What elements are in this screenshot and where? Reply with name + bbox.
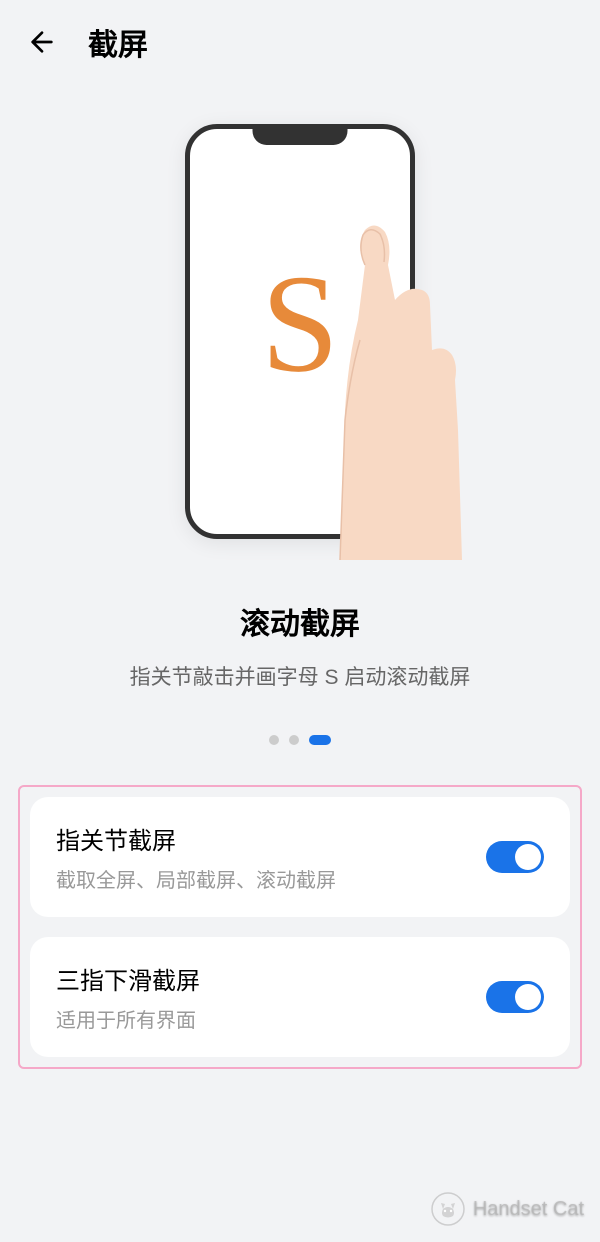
setting-subtitle: 截取全屏、局部截屏、滚动截屏 — [56, 864, 486, 893]
watermark-cat-icon — [431, 1192, 465, 1226]
page-dot-1[interactable] — [269, 735, 279, 745]
header: 截屏 — [0, 0, 600, 84]
toggle-knuckle-screenshot[interactable] — [486, 841, 544, 873]
s-gesture-letter: S — [261, 243, 339, 404]
setting-title: 指关节截屏 — [56, 821, 486, 856]
setting-subtitle: 适用于所有界面 — [56, 1004, 486, 1033]
toggle-three-finger-screenshot[interactable] — [486, 981, 544, 1013]
watermark-text: Handset Cat — [473, 1198, 584, 1221]
back-button[interactable] — [24, 24, 60, 60]
page-dot-3[interactable] — [309, 735, 331, 745]
page-title: 截屏 — [88, 20, 148, 64]
watermark: Handset Cat — [431, 1192, 584, 1226]
setting-text: 三指下滑截屏 适用于所有界面 — [56, 961, 486, 1033]
setting-text: 指关节截屏 截取全屏、局部截屏、滚动截屏 — [56, 821, 486, 893]
feature-description: 指关节敲击并画字母 S 启动滚动截屏 — [0, 661, 600, 691]
setting-title: 三指下滑截屏 — [56, 961, 486, 996]
setting-three-finger-screenshot[interactable]: 三指下滑截屏 适用于所有界面 — [30, 937, 570, 1057]
settings-highlight: 指关节截屏 截取全屏、局部截屏、滚动截屏 三指下滑截屏 适用于所有界面 — [18, 785, 582, 1069]
feature-title: 滚动截屏 — [0, 599, 600, 643]
page-dot-2[interactable] — [289, 735, 299, 745]
phone-notch — [253, 129, 348, 145]
setting-knuckle-screenshot[interactable]: 指关节截屏 截取全屏、局部截屏、滚动截屏 — [30, 797, 570, 917]
page-indicator[interactable] — [0, 735, 600, 745]
hand-icon — [330, 210, 480, 560]
illustration[interactable]: S — [0, 124, 600, 539]
